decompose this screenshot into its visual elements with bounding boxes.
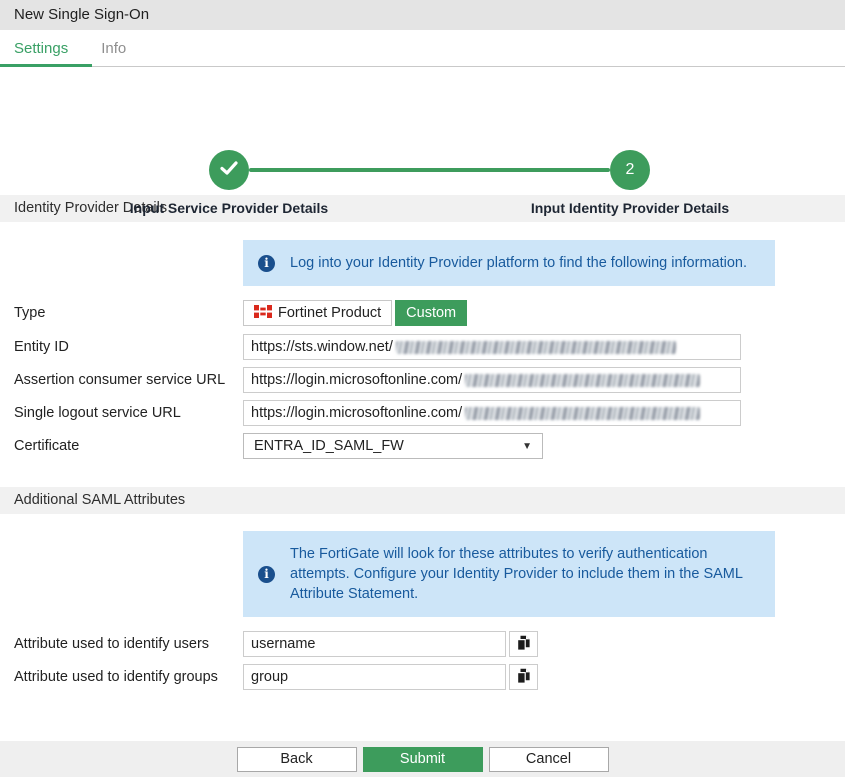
- slo-url-input[interactable]: https://login.microsoftonline.com/: [243, 400, 741, 426]
- chevron-down-icon: ▼: [522, 441, 532, 452]
- stepper-connector-line: [249, 168, 610, 172]
- step-2-current-indicator: 2: [610, 150, 650, 190]
- fortinet-product-label: Fortinet Product: [278, 305, 381, 321]
- step-1-complete-indicator: [209, 150, 249, 190]
- slo-url-label: Single logout service URL: [14, 405, 243, 421]
- entity-id-input[interactable]: https://sts.window.net/: [243, 334, 741, 360]
- group-attribute-row: Attribute used to identify groups: [0, 664, 845, 690]
- acs-url-label: Assertion consumer service URL: [14, 372, 243, 388]
- entity-id-row: Entity ID https://sts.window.net/: [0, 334, 845, 360]
- user-attribute-row: Attribute used to identify users: [0, 631, 845, 657]
- acs-url-row: Assertion consumer service URL https://l…: [0, 367, 845, 393]
- check-icon: [220, 161, 238, 180]
- fortinet-product-button[interactable]: Fortinet Product: [243, 300, 392, 326]
- copy-icon: [516, 668, 531, 687]
- certificate-row: Certificate ENTRA_ID_SAML_FW ▼: [0, 433, 845, 459]
- slo-url-redacted-text: [465, 407, 700, 420]
- slo-url-value: https://login.microsoftonline.com/: [251, 405, 462, 421]
- section-header-additional-saml-attributes: Additional SAML Attributes: [0, 487, 845, 514]
- tab-info[interactable]: Info: [101, 40, 126, 57]
- step-2-number: 2: [626, 161, 635, 179]
- step-1-label: Input Service Provider Details: [130, 200, 328, 216]
- idp-info-message: i Log into your Identity Provider platfo…: [243, 240, 775, 286]
- acs-url-value: https://login.microsoftonline.com/: [251, 372, 462, 388]
- acs-url-redacted-text: [465, 374, 700, 387]
- cancel-button[interactable]: Cancel: [489, 747, 609, 772]
- tab-settings[interactable]: Settings: [14, 40, 68, 57]
- page-title: New Single Sign-On: [14, 6, 149, 23]
- type-label: Type: [14, 305, 243, 321]
- entity-id-value: https://sts.window.net/: [251, 339, 393, 355]
- fortinet-logo-icon: [254, 305, 272, 322]
- footer-action-bar: Back Submit Cancel: [0, 741, 845, 777]
- slo-url-row: Single logout service URL https://login.…: [0, 400, 845, 426]
- saml-info-text: The FortiGate will look for these attrib…: [290, 544, 757, 604]
- info-icon: i: [258, 255, 275, 272]
- submit-button[interactable]: Submit: [363, 747, 483, 772]
- tab-bar: Settings Info: [0, 30, 845, 67]
- custom-button[interactable]: Custom: [395, 300, 467, 326]
- entity-id-label: Entity ID: [14, 339, 243, 355]
- group-attribute-input[interactable]: [243, 664, 506, 690]
- copy-user-attribute-button[interactable]: [509, 631, 538, 657]
- wizard-stepper: 2 Input Service Provider Details Input I…: [0, 67, 845, 195]
- user-attribute-label: Attribute used to identify users: [14, 636, 243, 652]
- step-2-label: Input Identity Provider Details: [531, 200, 729, 216]
- back-button[interactable]: Back: [237, 747, 357, 772]
- acs-url-input[interactable]: https://login.microsoftonline.com/: [243, 367, 741, 393]
- info-icon: i: [258, 566, 275, 583]
- user-attribute-input[interactable]: [243, 631, 506, 657]
- certificate-selected-value: ENTRA_ID_SAML_FW: [254, 438, 404, 454]
- saml-info-message: i The FortiGate will look for these attr…: [243, 531, 775, 617]
- entity-id-redacted-text: [396, 341, 676, 354]
- idp-info-text: Log into your Identity Provider platform…: [290, 253, 747, 273]
- certificate-select[interactable]: ENTRA_ID_SAML_FW ▼: [243, 433, 543, 459]
- copy-icon: [516, 635, 531, 654]
- custom-label: Custom: [406, 305, 456, 321]
- window-title-bar: New Single Sign-On: [0, 0, 845, 30]
- copy-group-attribute-button[interactable]: [509, 664, 538, 690]
- type-row: Type Fortinet Product Custom: [0, 300, 845, 326]
- type-segmented-control: Fortinet Product Custom: [243, 300, 467, 326]
- group-attribute-label: Attribute used to identify groups: [14, 669, 243, 685]
- certificate-label: Certificate: [14, 438, 243, 454]
